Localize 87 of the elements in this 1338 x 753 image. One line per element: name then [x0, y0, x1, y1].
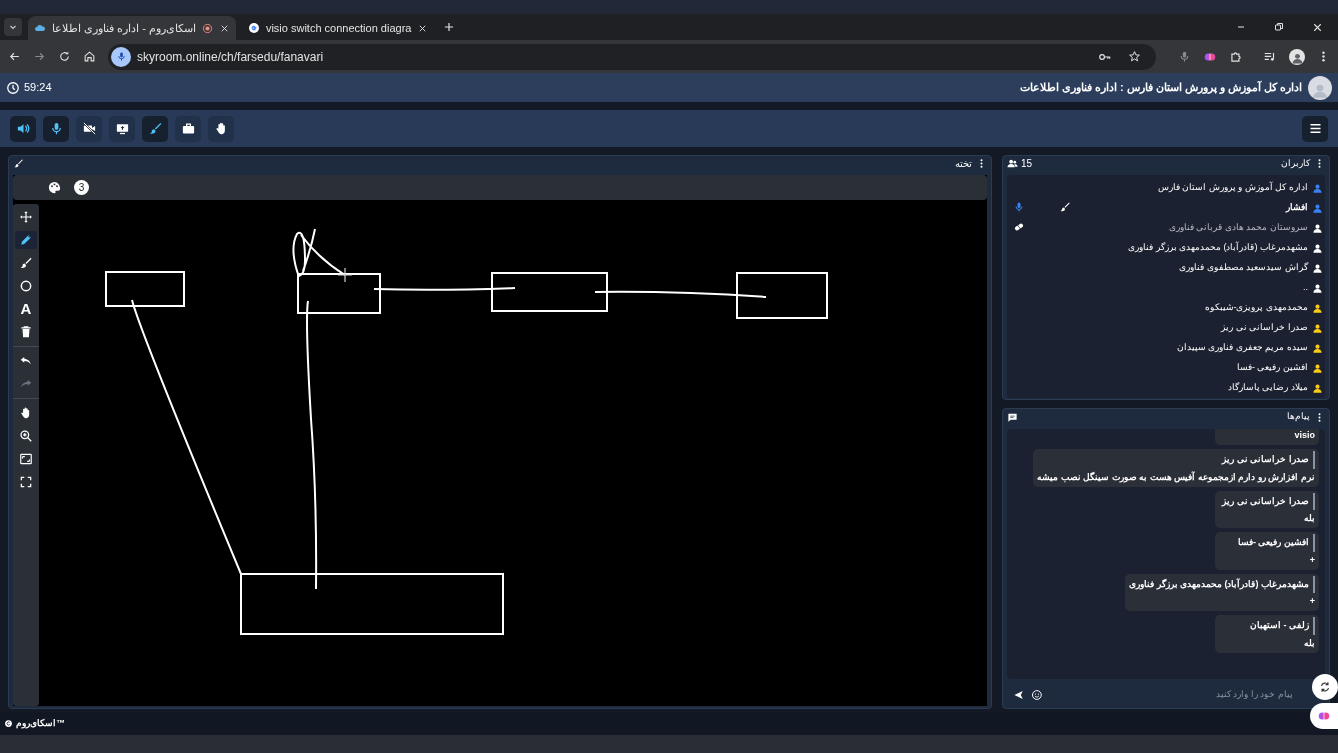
- pencil-icon: [19, 233, 33, 247]
- menu-button[interactable]: [1302, 115, 1328, 142]
- camera-off-icon: [81, 121, 97, 136]
- brush-icon: [19, 256, 33, 270]
- mic-icon[interactable]: [1178, 50, 1191, 63]
- room-title: اداره کل آموزش و پرورش استان فارس : اداره فناوری اطلاعات: [1019, 80, 1302, 96]
- emoji-icon[interactable]: [1030, 689, 1043, 701]
- circle-icon: [19, 279, 33, 293]
- favicon-icon: [247, 22, 260, 34]
- zoom-icon: [19, 429, 33, 443]
- forward-icon[interactable]: [33, 50, 46, 63]
- user-avatar[interactable]: [1308, 75, 1332, 100]
- copyright-icon: [4, 719, 13, 728]
- screen-button[interactable]: [109, 115, 135, 142]
- page-count-badge: 3: [74, 180, 89, 195]
- user-name[interactable]: گراش سیدسعید مصطفوی فناوری: [1179, 261, 1308, 275]
- user-name[interactable]: مشهدمرغاب (قادرآباد) محمدمهدی برزگر فناوری: [1128, 241, 1308, 255]
- brush-button[interactable]: [142, 115, 168, 142]
- restore-icon[interactable]: [1273, 21, 1285, 33]
- home-icon[interactable]: [83, 50, 96, 63]
- user-name[interactable]: میلاد رضایی پاسارگاد: [1228, 381, 1308, 395]
- browser-tab[interactable]: اسکای‌روم - اداره فناوری اطلاعا: [28, 16, 236, 40]
- briefcase-icon: [180, 121, 196, 136]
- browser-tab[interactable]: visio switch connection diagra: [241, 16, 435, 40]
- user-count: 15: [1021, 157, 1033, 171]
- user-name[interactable]: اداره کل آموزش و پرورش استان فارس: [1158, 181, 1308, 195]
- message-sender: زلفی - استهبان: [1250, 617, 1315, 635]
- mic-button[interactable]: [43, 115, 69, 142]
- user-name[interactable]: صدرا خراسانی نی ریز: [1221, 321, 1308, 335]
- camera-off-button[interactable]: [76, 115, 102, 142]
- briefcase-button[interactable]: [175, 115, 201, 142]
- extensions-icon[interactable]: [1229, 49, 1243, 64]
- cloud-icon: [34, 22, 46, 34]
- user-name[interactable]: محمدمهدی پرویزی-شیبکوه: [1204, 301, 1308, 315]
- users-icon: [1007, 158, 1018, 169]
- user-name[interactable]: سیده مریم جعفری فناوری سپیدان: [1177, 341, 1308, 355]
- message-input[interactable]: پیام خود را وارد کنید: [1048, 688, 1293, 702]
- hand-button[interactable]: [208, 115, 234, 142]
- brush-icon: [13, 158, 24, 169]
- move-icon: [19, 210, 33, 224]
- trash-icon: [19, 325, 33, 339]
- message-text: +: [1309, 595, 1315, 608]
- message-sender: مشهدمرغاب (قادرآباد) محمدمهدی برزگر فناوری: [1129, 575, 1315, 593]
- message-text: بله: [1304, 512, 1315, 525]
- tab-title: اسکای‌روم - اداره فناوری اطلاعا: [52, 20, 196, 37]
- panel-title: تخته: [955, 157, 972, 171]
- text-tool-button[interactable]: A: [15, 300, 37, 318]
- fullscreen-icon: [19, 475, 33, 489]
- message-sender: صدرا خراسانی نی ریز: [1222, 451, 1315, 469]
- panel-title: کاربران: [1281, 156, 1310, 170]
- mic-icon: [115, 51, 127, 62]
- message-text: نرم افزارش رو دارم ازمجموعه آفیس هست به صورت سینگل نصب میشه: [1037, 470, 1315, 485]
- sync-icon: [1318, 680, 1332, 694]
- palette-icon[interactable]: [47, 180, 62, 195]
- session-timer: 59:24: [24, 80, 52, 96]
- brush-icon: [147, 121, 163, 136]
- message-sender: صدرا خراسانی نی ریز: [1222, 492, 1315, 510]
- screen-icon: [114, 121, 130, 136]
- message-text: visio: [1294, 429, 1315, 442]
- message-sender: افشین رفیعی -فسا: [1238, 534, 1315, 552]
- image-icon: [19, 452, 33, 466]
- crosshair-cursor-icon: [337, 267, 353, 283]
- bookmark-star-icon[interactable]: [1128, 50, 1141, 63]
- brand-name: اسکای‌روم™: [16, 716, 65, 731]
- url-text: skyroom.online/ch/farsedu/fanavari: [137, 48, 325, 66]
- pencil-tool-button[interactable]: [15, 231, 37, 249]
- user-name[interactable]: افشار: [1286, 201, 1308, 215]
- scribble-stroke: [292, 228, 346, 278]
- address-bar[interactable]: skyroom.online/ch/farsedu/fanavari: [108, 43, 1156, 70]
- user-name[interactable]: افشین رفیعی -فسا: [1237, 361, 1308, 375]
- user-name[interactable]: ..: [1303, 281, 1308, 295]
- user-name[interactable]: سروستان محمد هادی قربانی فناوری: [1169, 221, 1308, 235]
- tab-list-button[interactable]: [4, 18, 22, 36]
- back-icon[interactable]: [8, 50, 21, 63]
- speaker-icon: [15, 121, 31, 136]
- send-icon[interactable]: [1013, 689, 1025, 701]
- profile-avatar[interactable]: [1289, 48, 1305, 65]
- message-text: +: [1309, 553, 1315, 567]
- floating-assistant-button[interactable]: [1310, 703, 1338, 729]
- clock-icon: [6, 80, 20, 95]
- tab-title: visio switch connection diagra: [265, 20, 412, 36]
- chat-icon: [1007, 411, 1018, 423]
- user-icon: [1290, 51, 1304, 65]
- speaker-button[interactable]: [10, 115, 36, 142]
- reload-icon[interactable]: [58, 50, 71, 63]
- message-text: بله: [1304, 636, 1315, 650]
- panel-title: پیام‌ها: [1287, 410, 1310, 424]
